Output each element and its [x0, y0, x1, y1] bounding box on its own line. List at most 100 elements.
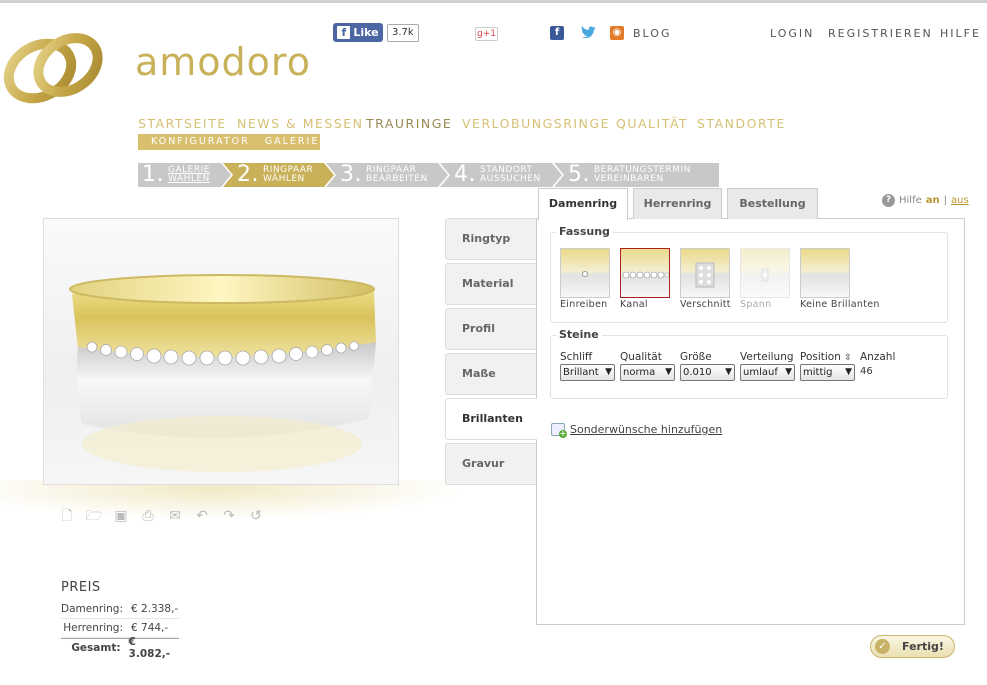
price-row: Damenring: € 2.338,-	[61, 600, 179, 619]
tab-bestellung[interactable]: Bestellung	[727, 188, 818, 219]
brand-name[interactable]: amodoro	[135, 40, 311, 84]
side-tab-brillanten[interactable]: Brillanten	[445, 398, 537, 440]
side-tab-masse[interactable]: Maße	[445, 353, 537, 395]
steine-title: Steine	[556, 328, 602, 341]
finish-label: Fertig!	[902, 640, 944, 653]
step-4-number: 4.	[454, 162, 476, 187]
step-3-label: RINGPAAR BEARBEITEN	[366, 165, 428, 184]
email-icon[interactable]: ✉	[166, 507, 184, 525]
price-title: PREIS	[61, 580, 101, 595]
check-icon: ✓	[875, 639, 890, 654]
ring-preview[interactable]	[43, 218, 399, 485]
fassung-option-kanal[interactable]	[620, 248, 670, 298]
rss-icon[interactable]: ◉	[610, 26, 624, 40]
add-comment-icon: +	[551, 423, 567, 438]
reset-icon[interactable]: ↺	[247, 507, 265, 525]
price-total-label: Gesamt:	[71, 642, 121, 654]
option-label-keine-brillanten: Keine Brillanten	[800, 299, 880, 310]
twitter-icon[interactable]	[580, 25, 598, 40]
nav-standorte[interactable]: STANDORTE	[697, 116, 786, 131]
side-tab-gravur[interactable]: Gravur	[445, 443, 537, 485]
anzahl-label: Anzahl	[860, 351, 896, 363]
price-total-row: Gesamt: € 3.082,-	[61, 636, 179, 660]
like-count: 3.7k	[387, 24, 419, 42]
new-document-icon[interactable]: 🗋	[58, 507, 76, 525]
qualitaet-select[interactable]: norma ▼	[620, 364, 675, 381]
print-icon[interactable]: ⎙	[139, 507, 157, 525]
step-3: 3. RINGPAAR BEARBEITEN	[336, 163, 448, 187]
verteilung-select[interactable]: umlauf ▼	[740, 364, 795, 381]
side-tab-material[interactable]: Material	[445, 263, 537, 305]
groesse-select[interactable]: 0.010 ▼	[680, 364, 735, 381]
kanal-icon	[622, 271, 670, 279]
step-3-number: 3.	[340, 162, 362, 187]
subnav-galerie[interactable]: GALERIE	[265, 136, 320, 147]
facebook-icon[interactable]: f	[550, 26, 564, 40]
dropdown-arrow-icon: ▼	[665, 367, 672, 377]
nav-verlobungsringe[interactable]: VERLOBUNGSRINGE	[462, 116, 610, 131]
step-4: 4. STANDORT AUSSUCHEN	[450, 163, 562, 187]
add-special-request-link[interactable]: + Sonderwünsche hinzufügen	[551, 423, 723, 438]
dropdown-arrow-icon: ▼	[785, 367, 792, 377]
anzahl-value: 46	[860, 366, 873, 377]
facebook-like-button[interactable]: f Like	[333, 23, 383, 42]
logo-rings-icon[interactable]	[2, 25, 106, 107]
finish-button[interactable]: ✓ Fertig!	[870, 635, 955, 658]
verschnitt-icon	[695, 262, 715, 288]
tab-herrenring[interactable]: Herrenring	[633, 188, 722, 219]
help-toggle: ? Hilfe an | aus	[882, 194, 969, 207]
side-tab-profil[interactable]: Profil	[445, 308, 537, 350]
schliff-value: Brillant	[563, 367, 599, 378]
help-link[interactable]: HILFE	[940, 27, 981, 40]
side-tab-ringtyp[interactable]: Ringtyp	[445, 218, 537, 260]
nav-qualitaet[interactable]: QUALITÄT	[616, 116, 688, 131]
step-4-label: STANDORT AUSSUCHEN	[480, 165, 541, 184]
fassung-title: Fassung	[556, 225, 613, 238]
schliff-label: Schliff	[560, 351, 593, 363]
position-value: mittig	[803, 367, 833, 378]
nav-startseite[interactable]: STARTSEITE	[138, 116, 227, 131]
position-select[interactable]: mittig ▼	[800, 364, 855, 381]
qualitaet-value: norma	[623, 367, 656, 378]
groesse-label: Größe	[680, 351, 712, 363]
sort-icon[interactable]: ⇳	[844, 353, 852, 363]
help-label: Hilfe	[899, 195, 922, 206]
help-on-link[interactable]: an	[926, 195, 940, 206]
nav-trauringe[interactable]: TRAURINGE	[366, 116, 452, 131]
dropdown-arrow-icon: ▼	[725, 367, 732, 377]
help-separator: |	[943, 195, 947, 206]
login-link[interactable]: LOGIN	[770, 27, 814, 40]
price-label: Damenring:	[61, 603, 123, 615]
price-value: € 744,-	[131, 622, 169, 634]
einreiben-icon	[582, 271, 588, 277]
fassung-option-keine-brillanten[interactable]	[800, 248, 850, 298]
step-1[interactable]: 1. GALERIE WÄHLEN	[138, 163, 224, 187]
schliff-select[interactable]: Brillant ▼	[560, 364, 615, 381]
step-5: 5. BERATUNGSTERMIN VEREINBAREN	[564, 163, 719, 187]
step-5-label: BERATUNGSTERMIN VEREINBAREN	[594, 165, 691, 184]
top-border	[0, 0, 987, 3]
tab-damenring[interactable]: Damenring	[538, 188, 628, 220]
fassung-option-verschnitt[interactable]	[680, 248, 730, 298]
open-folder-icon[interactable]: 🗁	[85, 507, 103, 525]
step-5-number: 5.	[568, 162, 590, 187]
special-request-label: Sonderwünsche hinzufügen	[570, 423, 723, 436]
nav-news-messen[interactable]: NEWS & MESSEN	[237, 116, 364, 131]
verteilung-value: umlauf	[743, 367, 778, 378]
redo-icon[interactable]: ↷	[220, 507, 238, 525]
fassung-option-spann[interactable]	[740, 248, 790, 298]
fassung-option-einreiben[interactable]	[560, 248, 610, 298]
register-link[interactable]: REGISTRIEREN	[828, 27, 933, 40]
step-1-label: GALERIE WÄHLEN	[168, 165, 210, 184]
spann-icon	[761, 268, 769, 282]
undo-icon[interactable]: ↶	[193, 507, 211, 525]
subnav-konfigurator[interactable]: KONFIGURATOR	[151, 136, 250, 147]
step-1-number: 1.	[142, 162, 164, 187]
save-icon[interactable]: ▣	[112, 507, 130, 525]
option-label-verschnitt: Verschnitt	[680, 299, 731, 310]
help-icon: ?	[882, 194, 895, 207]
blog-link[interactable]: BLOG	[633, 27, 671, 40]
google-plus-button[interactable]: g+1	[475, 27, 498, 41]
help-off-link[interactable]: aus	[951, 195, 969, 206]
dropdown-arrow-icon: ▼	[845, 367, 852, 377]
